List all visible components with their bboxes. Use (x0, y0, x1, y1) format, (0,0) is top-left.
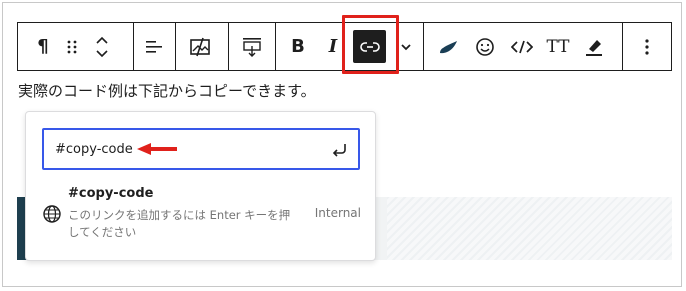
inline-code-button[interactable] (508, 23, 536, 70)
more-options-icon (645, 38, 649, 55)
text-size-button[interactable]: TT (543, 23, 573, 70)
suggestion-description: このリンクを追加するには Enter キーを押してください (68, 208, 291, 239)
highlighter-button[interactable] (581, 23, 607, 70)
drag-handle-button[interactable] (62, 23, 82, 70)
submit-enter-icon[interactable] (330, 140, 350, 160)
move-up-down-icon (96, 36, 108, 57)
annotation-arrow-icon (137, 143, 177, 155)
paragraph-text[interactable]: 実際のコード例は下記からコピーできます。 (18, 80, 316, 101)
height-button[interactable] (232, 23, 272, 70)
link-url-input[interactable]: #copy-code (42, 128, 360, 170)
drag-handle-icon (67, 40, 77, 53)
annotation-highlight-box (342, 15, 399, 74)
align-button[interactable] (136, 23, 172, 70)
suggestion-title: #copy-code (68, 186, 154, 201)
toolbar-divider (622, 23, 623, 70)
align-icon (146, 40, 162, 53)
toggle-image-icon (190, 37, 210, 56)
italic-button[interactable]: I (322, 23, 344, 70)
text-size-icon: TT (546, 36, 570, 57)
suggestion-type-label: Internal (314, 206, 361, 220)
more-options-button[interactable] (632, 23, 662, 70)
toolbar-divider (133, 23, 134, 70)
move-up-down-button[interactable] (90, 23, 114, 70)
leaf-button[interactable] (436, 23, 462, 70)
paragraph-block-button[interactable]: ¶ (28, 23, 58, 70)
toolbar-divider (175, 23, 176, 70)
globe-icon (43, 205, 61, 223)
toolbar-divider (423, 23, 424, 70)
more-rich-text-button[interactable] (398, 23, 414, 70)
bold-icon: B (291, 36, 305, 57)
highlighter-icon (586, 39, 602, 56)
bold-button[interactable]: B (286, 23, 310, 70)
paragraph-icon: ¶ (37, 36, 49, 57)
emoji-button[interactable] (472, 23, 498, 70)
code-icon (511, 40, 533, 53)
more-rich-text-chevron-icon (401, 43, 411, 50)
height-icon (243, 37, 261, 57)
leaf-icon (440, 40, 457, 53)
toolbar-divider (228, 23, 229, 70)
link-suggestion-item[interactable]: #copy-code このリンクを追加するには Enter キーを押してください… (26, 178, 375, 258)
toolbar-divider (275, 23, 276, 70)
link-url-value: #copy-code (55, 141, 133, 157)
italic-icon: I (328, 36, 338, 57)
emoji-icon (476, 37, 494, 56)
code-block-pattern (387, 197, 672, 260)
toggle-image-button[interactable] (180, 23, 220, 70)
link-popover: #copy-code #copy-code このリンクを追加するには Enter… (25, 111, 376, 261)
